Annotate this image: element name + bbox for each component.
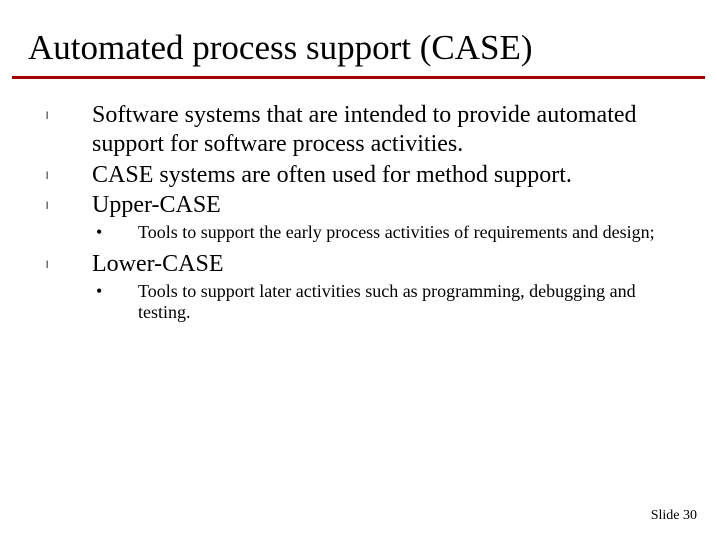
list-item-text: CASE systems are often used for method s… <box>92 161 677 190</box>
list-item-text: Lower-CASE <box>92 250 677 279</box>
list-item: l Lower-CASE <box>40 250 677 279</box>
sub-list-item: • Tools to support the early process act… <box>40 222 677 244</box>
bullet-icon: l <box>40 250 92 271</box>
list-item: l Upper-CASE <box>40 191 677 220</box>
sub-list-item-text: Tools to support later activities such a… <box>138 281 677 324</box>
slide-body: l Software systems that are intended to … <box>0 79 717 324</box>
slide: Automated process support (CASE) l Softw… <box>0 0 717 538</box>
sub-bullet-icon: • <box>40 222 138 243</box>
list-item-text: Upper-CASE <box>92 191 677 220</box>
sub-bullet-icon: • <box>40 281 138 302</box>
bullet-icon: l <box>40 191 92 212</box>
slide-title: Automated process support (CASE) <box>0 0 717 74</box>
list-item: l CASE systems are often used for method… <box>40 161 677 190</box>
list-item: l Software systems that are intended to … <box>40 101 677 159</box>
bullet-icon: l <box>40 101 92 122</box>
sub-list-item: • Tools to support later activities such… <box>40 281 677 324</box>
list-item-text: Software systems that are intended to pr… <box>92 101 677 159</box>
bullet-icon: l <box>40 161 92 182</box>
sub-list-item-text: Tools to support the early process activ… <box>138 222 677 244</box>
slide-number: Slide 30 <box>651 508 697 524</box>
